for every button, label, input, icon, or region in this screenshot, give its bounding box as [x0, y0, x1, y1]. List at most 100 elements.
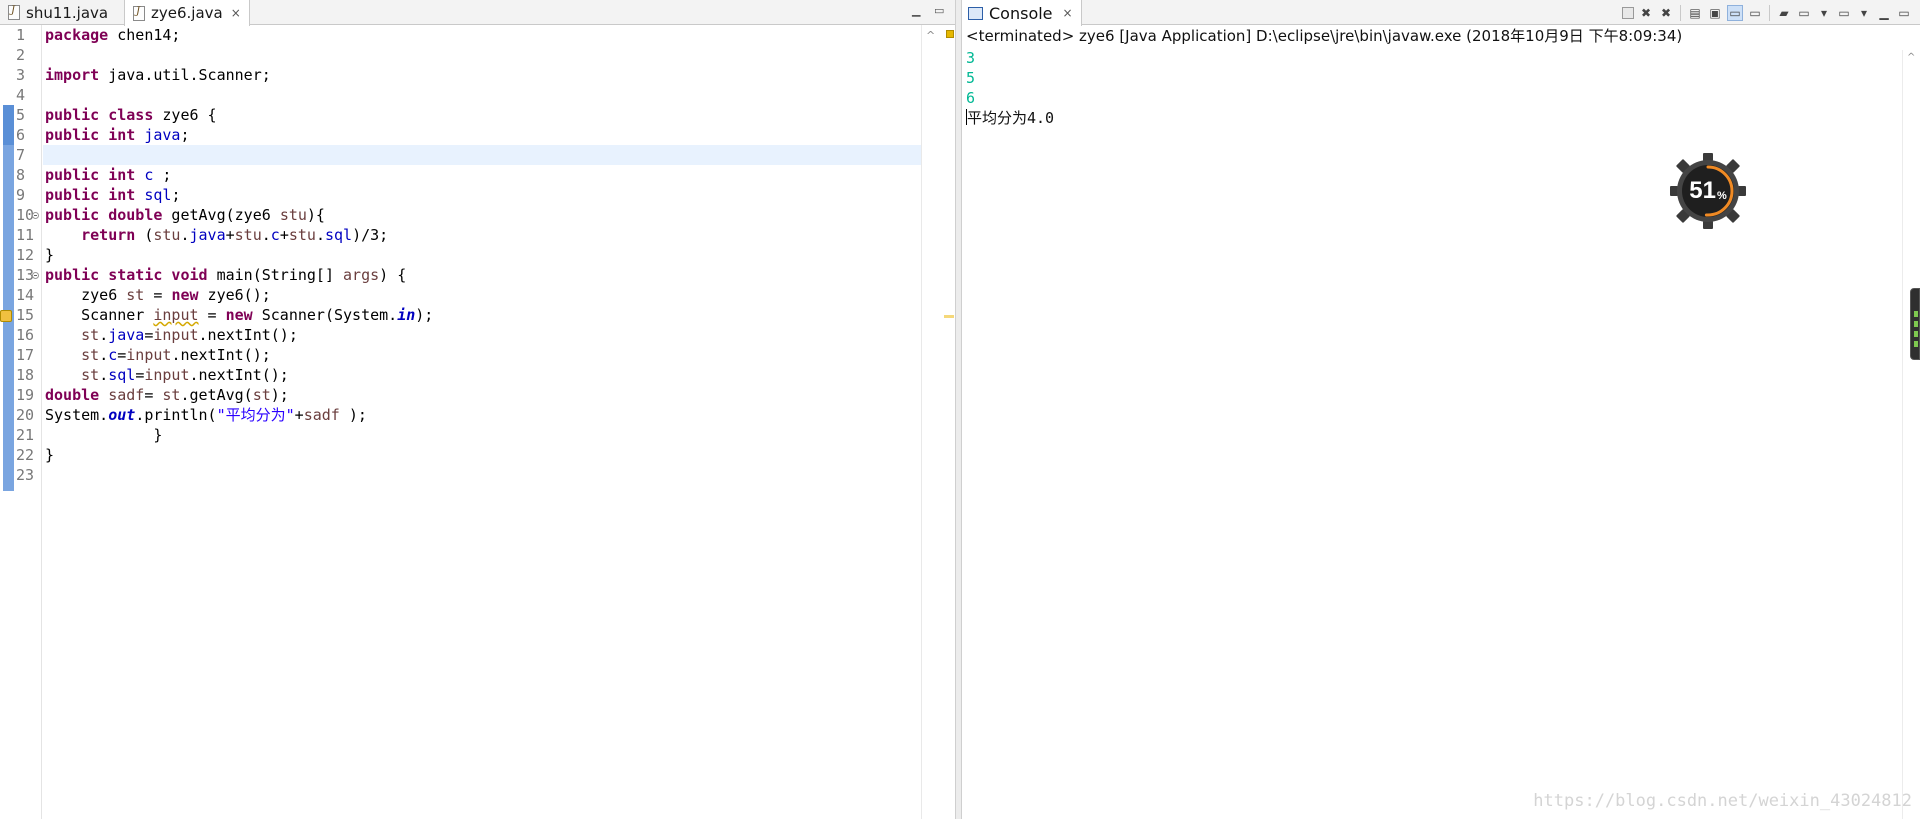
code-text: + — [279, 226, 289, 244]
java-file-icon — [8, 5, 20, 20]
warning-summary-icon[interactable] — [946, 30, 954, 38]
keyword: public int — [45, 186, 136, 204]
console-input-line: 5 — [966, 69, 976, 87]
code-text: . — [261, 226, 271, 244]
clear-console-icon[interactable]: ▤ — [1687, 5, 1703, 21]
keyword: public int — [45, 166, 136, 184]
java-file-icon — [133, 5, 145, 21]
local-variable: sadf — [108, 386, 145, 404]
code-text: . — [99, 326, 109, 344]
code-text: zye6 — [81, 286, 127, 304]
field-name: sql — [108, 366, 136, 384]
local-variable: st — [81, 346, 100, 364]
code-text: .nextInt(); — [198, 326, 298, 344]
fold-collapse-icon[interactable] — [32, 212, 39, 219]
console-scrollbar[interactable]: ^ — [1902, 50, 1920, 819]
keyword: new — [225, 306, 253, 324]
code-line: } — [45, 446, 55, 464]
code-line: st.java=input.nextInt(); — [43, 325, 921, 345]
side-meter-widget[interactable] — [1910, 288, 1920, 360]
overview-ruler[interactable]: ^ — [921, 25, 955, 819]
code-text: ; — [171, 186, 181, 204]
code-line: double sadf= st.getAvg(st); — [43, 385, 921, 405]
code-text: = — [135, 366, 145, 384]
code-text: . — [99, 366, 109, 384]
tab-zye6-java[interactable]: zye6.java × — [124, 0, 250, 26]
code-text: ; — [180, 126, 190, 144]
code-text: Scanner — [81, 306, 154, 324]
tab-console[interactable]: Console × — [962, 0, 1082, 26]
minimize-icon[interactable]: ▁ — [1876, 5, 1892, 21]
console-input-line: 6 — [966, 89, 976, 107]
terminate-icon[interactable] — [1622, 6, 1634, 19]
code-text: .getAvg( — [180, 386, 253, 404]
field-name: c — [108, 346, 118, 364]
keyword: new — [171, 286, 199, 304]
meter-bar — [1914, 311, 1918, 317]
code-text: = — [144, 386, 163, 404]
minimize-icon[interactable]: ▁ — [912, 4, 920, 17]
code-text: = — [144, 286, 172, 304]
remove-all-terminated-icon[interactable]: ✖ — [1658, 5, 1674, 21]
tab-label: Console — [989, 3, 1053, 23]
code-line: import java.util.Scanner; — [43, 65, 921, 85]
warning-marker[interactable] — [944, 315, 954, 318]
line-number: 21 — [16, 426, 35, 444]
pin-console-icon[interactable]: ▰ — [1776, 5, 1792, 21]
scroll-lock-icon[interactable]: ▣ — [1707, 5, 1723, 21]
field-name: sql — [324, 226, 353, 244]
local-variable: input — [144, 366, 190, 384]
code-text: + — [225, 226, 235, 244]
code-line: public class zye6 { — [43, 105, 921, 125]
display-console-icon[interactable]: ▭ — [1796, 5, 1812, 21]
change-marker — [3, 105, 14, 145]
show-on-stdout-icon[interactable]: ▭ — [1727, 4, 1743, 21]
code-line: package chen14; — [43, 25, 921, 45]
chevron-up-icon[interactable]: ^ — [926, 29, 935, 42]
close-icon[interactable]: × — [231, 6, 241, 20]
code-text: getAvg(zye6 — [162, 206, 280, 224]
memory-gauge[interactable]: 51% — [1670, 153, 1746, 229]
code-line: public int sql; — [43, 185, 921, 205]
keyword: public static void — [45, 266, 208, 284]
code-text: = — [198, 306, 226, 324]
line-number: 5 — [16, 106, 26, 124]
static-field: in — [397, 306, 416, 324]
line-number: 3 — [16, 66, 26, 84]
fold-collapse-icon[interactable] — [32, 272, 39, 279]
chevron-down-icon[interactable]: ▾ — [1816, 5, 1832, 21]
code-line: public int java; — [43, 125, 921, 145]
local-variable: sadf — [303, 406, 340, 424]
code-text: .nextInt(); — [171, 346, 271, 364]
local-variable: st — [162, 386, 181, 404]
code-line: } — [45, 426, 163, 444]
code-editor[interactable]: package chen14; import java.util.Scanner… — [43, 25, 921, 819]
line-number-with-fold: 10 — [14, 205, 41, 225]
field-name: java — [108, 326, 145, 344]
code-line: } — [45, 246, 55, 264]
warning-icon[interactable] — [0, 310, 12, 322]
split-sash[interactable] — [955, 0, 962, 819]
tab-shu11-java[interactable]: shu11.java — [0, 0, 116, 25]
line-number: 9 — [16, 186, 26, 204]
show-on-stderr-icon[interactable]: ▭ — [1747, 5, 1763, 21]
remove-launch-icon[interactable]: ✖ — [1638, 5, 1654, 21]
close-icon[interactable]: × — [1063, 6, 1073, 20]
console-output[interactable]: 3 5 6 平均分为4.0 — [966, 48, 1906, 808]
maximize-icon[interactable]: ▭ — [1896, 5, 1912, 21]
chevron-down-icon[interactable]: ▾ — [1856, 5, 1872, 21]
keyword: public int — [45, 126, 136, 144]
watermark: https://blog.csdn.net/weixin_43024812 — [1533, 791, 1912, 811]
maximize-icon[interactable]: ▭ — [934, 4, 944, 17]
toolbar-separator — [1680, 4, 1681, 21]
line-number: 8 — [16, 166, 26, 184]
chevron-up-icon[interactable]: ^ — [1907, 52, 1915, 63]
open-console-icon[interactable]: ▭ — [1836, 5, 1852, 21]
meter-bar — [1914, 331, 1918, 337]
tab-label: zye6.java — [151, 4, 223, 22]
code-text: . — [180, 226, 190, 244]
